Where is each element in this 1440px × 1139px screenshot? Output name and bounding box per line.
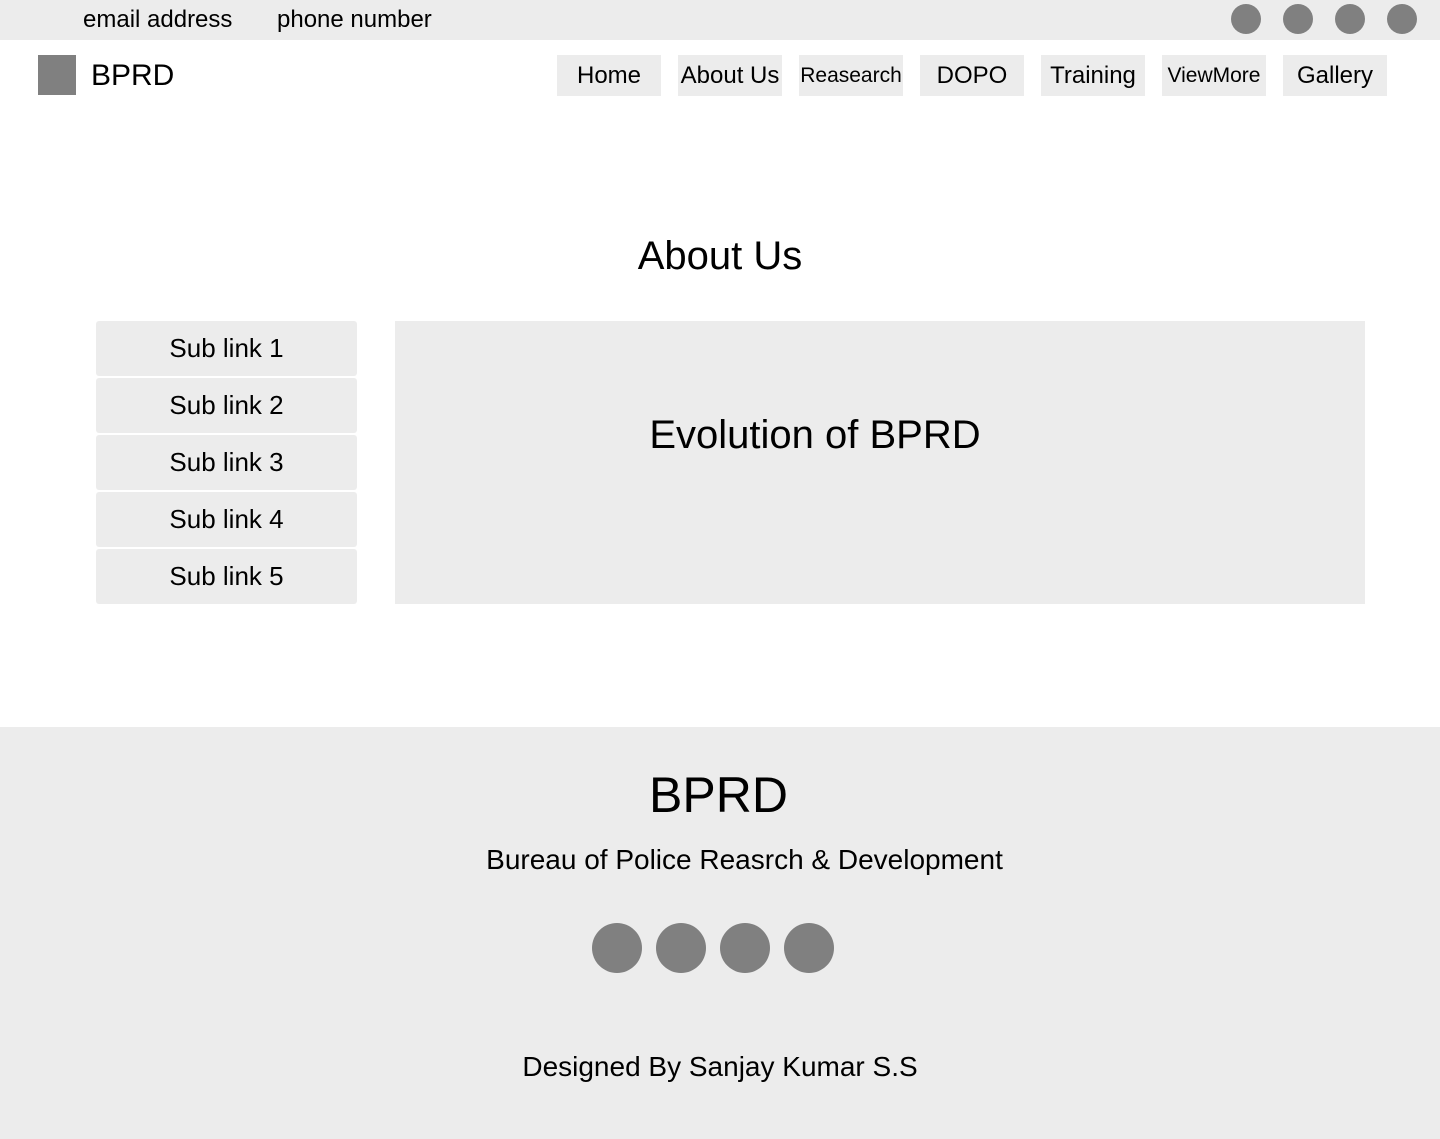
content-heading: Evolution of BPRD — [649, 413, 981, 457]
page-title: About Us — [637, 234, 803, 278]
sublink-1[interactable]: Sub link 1 — [96, 321, 357, 376]
social-icon[interactable] — [1387, 4, 1417, 34]
social-icon[interactable] — [784, 923, 834, 973]
sublink-4[interactable]: Sub link 4 — [96, 492, 357, 547]
email-address-label[interactable]: email address — [83, 4, 232, 36]
footer-subtitle: Bureau of Police Reasrch & Development — [486, 844, 1003, 875]
logo-placeholder[interactable] — [38, 55, 76, 95]
brand-name[interactable]: BPRD — [91, 57, 174, 95]
nav-dopo[interactable]: DOPO — [920, 55, 1024, 96]
nav-research[interactable]: Reasearch — [799, 55, 903, 96]
social-icon[interactable] — [592, 923, 642, 973]
social-icon[interactable] — [720, 923, 770, 973]
sublink-3[interactable]: Sub link 3 — [96, 435, 357, 490]
social-icon[interactable] — [1231, 4, 1261, 34]
social-icon[interactable] — [1283, 4, 1313, 34]
nav-training[interactable]: Training — [1041, 55, 1145, 96]
sublink-2[interactable]: Sub link 2 — [96, 378, 357, 433]
phone-number-label[interactable]: phone number — [277, 4, 432, 36]
social-icon[interactable] — [1335, 4, 1365, 34]
sublink-5[interactable]: Sub link 5 — [96, 549, 357, 604]
footer-brand: BPRD — [649, 767, 788, 823]
footer-credit: Designed By Sanjay Kumar S.S — [522, 1051, 918, 1082]
content-panel: Evolution of BPRD — [395, 321, 1365, 604]
nav-about-us[interactable]: About Us — [678, 55, 782, 96]
social-icon[interactable] — [656, 923, 706, 973]
nav-gallery[interactable]: Gallery — [1283, 55, 1387, 96]
nav-home[interactable]: Home — [557, 55, 661, 96]
nav-view-more[interactable]: ViewMore — [1162, 55, 1266, 96]
